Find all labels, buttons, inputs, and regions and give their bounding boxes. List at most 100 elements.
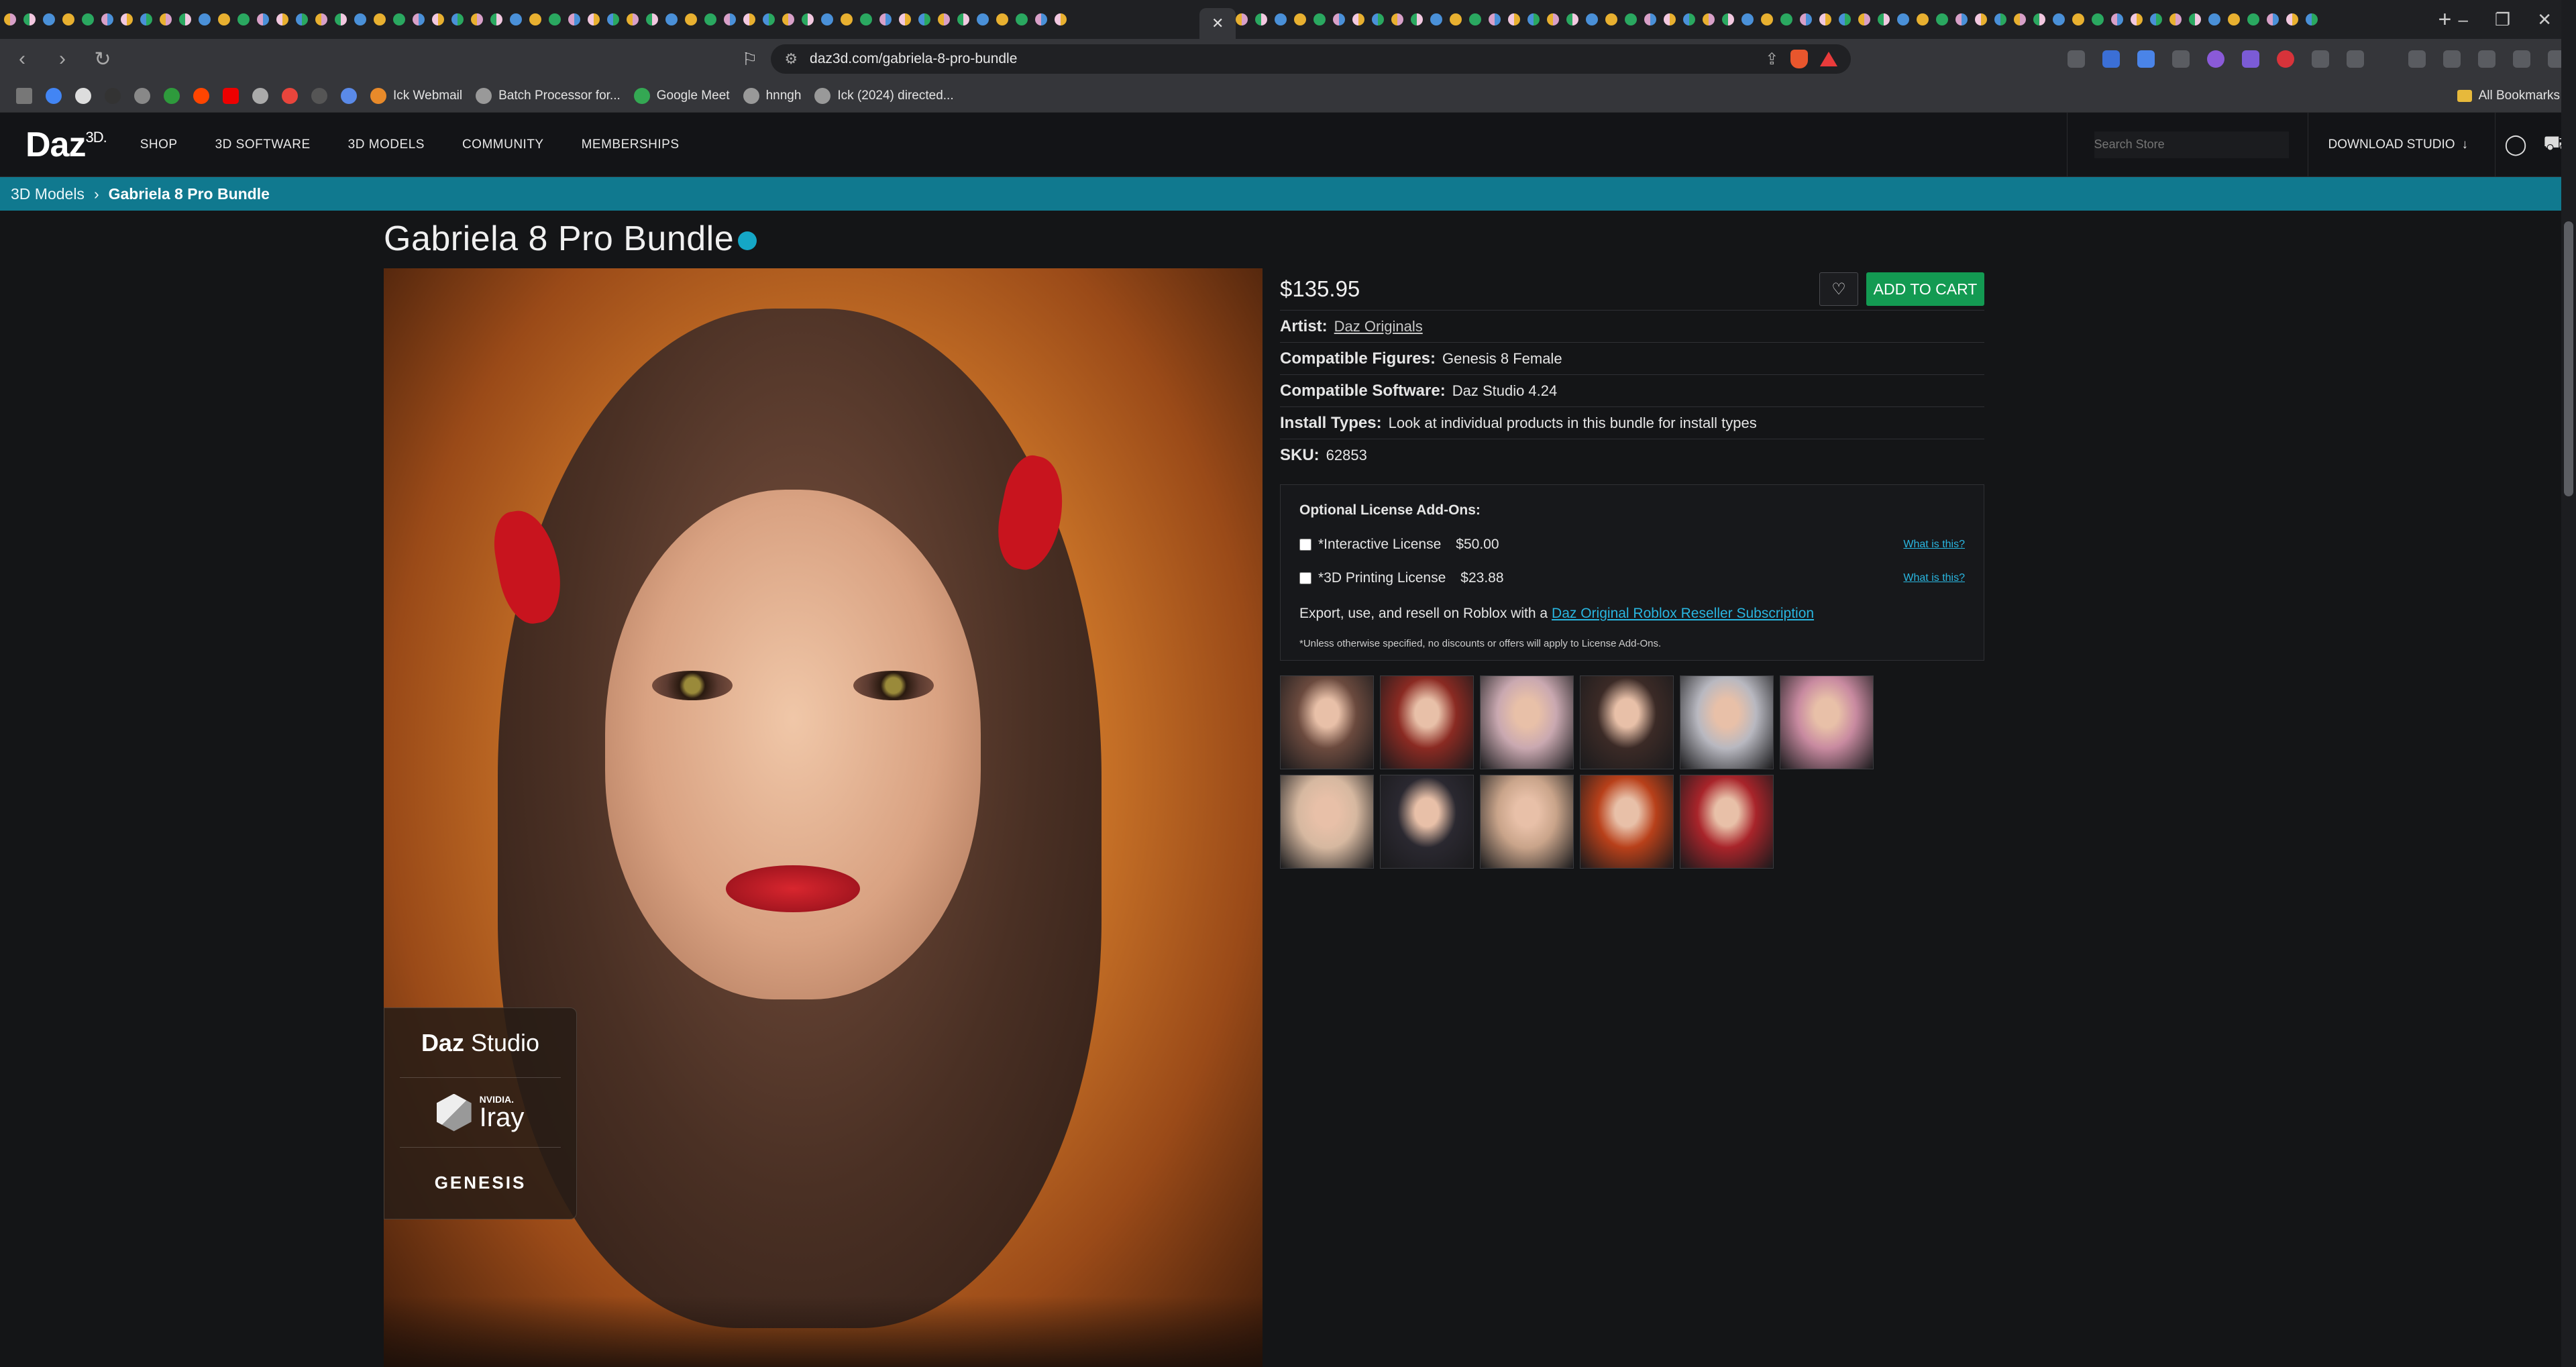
tab-favicon[interactable] xyxy=(724,13,736,25)
extension-icon[interactable] xyxy=(2172,50,2190,68)
bookmark-hnngh[interactable]: hnngh xyxy=(743,87,801,104)
extension-icon[interactable] xyxy=(2242,50,2259,68)
product-thumbnail[interactable] xyxy=(1380,775,1474,869)
tab-favicon[interactable] xyxy=(2150,13,2163,25)
tab-favicon[interactable] xyxy=(1878,13,1890,25)
tab-favicon[interactable] xyxy=(2111,13,2124,25)
tab-favicon[interactable] xyxy=(121,13,133,25)
tab-favicon[interactable] xyxy=(899,13,911,25)
tab-favicon[interactable] xyxy=(1780,13,1793,25)
tab-favicon[interactable] xyxy=(315,13,327,25)
tab-favicon[interactable] xyxy=(1294,13,1307,25)
product-thumbnail[interactable] xyxy=(1280,675,1374,769)
new-tab-button[interactable]: + xyxy=(2431,7,2458,33)
maximize-icon[interactable]: ❐ xyxy=(2495,9,2510,30)
tab-favicon[interactable] xyxy=(996,13,1008,25)
tab-favicon[interactable] xyxy=(646,13,658,25)
search-input[interactable] xyxy=(2094,131,2289,158)
roblox-subscription-link[interactable]: Daz Original Roblox Reseller Subscriptio… xyxy=(1552,606,1814,622)
tab-favicon[interactable] xyxy=(2131,13,2143,25)
account-icon[interactable]: ◯ xyxy=(2496,133,2536,156)
tab-favicon[interactable] xyxy=(1372,13,1385,25)
vpn-icon[interactable] xyxy=(2513,50,2530,68)
tab-favicon[interactable] xyxy=(1016,13,1028,25)
tab-favicon[interactable] xyxy=(510,13,522,25)
bookmark-ick-2024[interactable]: Ick (2024) directed... xyxy=(814,87,954,104)
nav-3d-software[interactable]: 3D SOFTWARE xyxy=(215,138,311,152)
printing-license-checkbox[interactable] xyxy=(1299,572,1311,584)
tab-favicon[interactable] xyxy=(1469,13,1482,25)
tab-favicon[interactable] xyxy=(471,13,483,25)
tab-favicon[interactable] xyxy=(1547,13,1560,25)
tab-favicon[interactable] xyxy=(160,13,172,25)
bookmark-favicon[interactable] xyxy=(164,87,180,104)
tab-favicon[interactable] xyxy=(1936,13,1949,25)
tab-favicon[interactable] xyxy=(704,13,716,25)
scrollbar-thumb[interactable] xyxy=(2564,221,2573,496)
tab-favicon[interactable] xyxy=(2092,13,2104,25)
tab-favicon[interactable] xyxy=(2169,13,2182,25)
tab-favicon[interactable] xyxy=(568,13,580,25)
tab-favicon[interactable] xyxy=(62,13,74,25)
wishlist-heart-icon[interactable]: ♡ xyxy=(1819,272,1858,306)
back-icon[interactable]: ‹ xyxy=(11,48,34,70)
tab-favicon[interactable] xyxy=(179,13,191,25)
tab-favicon[interactable] xyxy=(1055,13,1067,25)
tab-favicon[interactable] xyxy=(1819,13,1832,25)
interactive-license-checkbox[interactable] xyxy=(1299,539,1311,551)
tab-favicon[interactable] xyxy=(977,13,989,25)
tab-favicon[interactable] xyxy=(2189,13,2202,25)
tab-favicon[interactable] xyxy=(1313,13,1326,25)
minimize-icon[interactable]: – xyxy=(2458,9,2467,30)
what-is-this-link[interactable]: What is this? xyxy=(1903,572,1965,584)
tab-favicon[interactable] xyxy=(1275,13,1287,25)
tab-favicon[interactable] xyxy=(2208,13,2221,25)
brave-shield-icon[interactable] xyxy=(1790,50,1809,68)
artist-link[interactable]: Daz Originals xyxy=(1334,318,1423,335)
share-icon[interactable]: ⇪ xyxy=(1765,50,1778,69)
tab-favicon[interactable] xyxy=(802,13,814,25)
all-bookmarks[interactable]: All Bookmarks xyxy=(2457,89,2560,103)
page-scrollbar[interactable] xyxy=(2561,0,2576,1367)
bookmark-ick-webmail[interactable]: Ick Webmail xyxy=(370,87,462,104)
product-thumbnail[interactable] xyxy=(1480,675,1574,769)
puzzle-icon[interactable] xyxy=(2312,50,2329,68)
tab-favicon[interactable] xyxy=(1035,13,1047,25)
tab-favicon[interactable] xyxy=(1644,13,1657,25)
tab-favicon[interactable] xyxy=(1450,13,1462,25)
bookmark-favicon[interactable] xyxy=(341,87,357,104)
tab-favicon[interactable] xyxy=(1255,13,1268,25)
tab-favicon[interactable] xyxy=(23,13,36,25)
tab-favicon[interactable] xyxy=(1683,13,1696,25)
tab-favicon[interactable] xyxy=(490,13,502,25)
nav-shop[interactable]: SHOP xyxy=(140,138,178,152)
bookmark-favicon[interactable] xyxy=(282,87,298,104)
tab-favicon[interactable] xyxy=(2033,13,2046,25)
extension-icon[interactable] xyxy=(2277,50,2294,68)
tab-favicon[interactable] xyxy=(2228,13,2241,25)
tab-favicon[interactable] xyxy=(1411,13,1424,25)
product-thumbnail[interactable] xyxy=(1680,775,1774,869)
tab-favicon[interactable] xyxy=(1975,13,1988,25)
product-thumbnail[interactable] xyxy=(1780,675,1874,769)
tab-favicon[interactable] xyxy=(4,13,16,25)
product-thumbnail[interactable] xyxy=(1580,675,1674,769)
tab-favicon[interactable] xyxy=(1800,13,1813,25)
tab-favicon[interactable] xyxy=(1664,13,1676,25)
tab-favicon[interactable] xyxy=(43,13,55,25)
product-hero-image[interactable]: Daz Studio NVIDIA. Iray GENESIS xyxy=(384,268,1263,1367)
tab-favicon[interactable] xyxy=(432,13,444,25)
tab-favicon[interactable] xyxy=(1839,13,1851,25)
product-thumbnail[interactable] xyxy=(1580,775,1674,869)
add-to-cart-button[interactable]: ADD TO CART xyxy=(1866,272,1984,306)
tab-favicon[interactable] xyxy=(782,13,794,25)
bookmark-batch-processor[interactable]: Batch Processor for... xyxy=(476,87,621,104)
tab-favicon[interactable] xyxy=(607,13,619,25)
bookmark-favicon[interactable] xyxy=(134,87,150,104)
extension-icon[interactable] xyxy=(2347,50,2364,68)
address-bar[interactable]: ⚙ daz3d.com/gabriela-8-pro-bundle ⇪ xyxy=(771,44,1851,74)
tab-favicon[interactable] xyxy=(1391,13,1404,25)
tab-favicon[interactable] xyxy=(1586,13,1599,25)
close-icon[interactable]: ✕ xyxy=(2537,9,2552,30)
tab-favicon[interactable] xyxy=(1430,13,1443,25)
